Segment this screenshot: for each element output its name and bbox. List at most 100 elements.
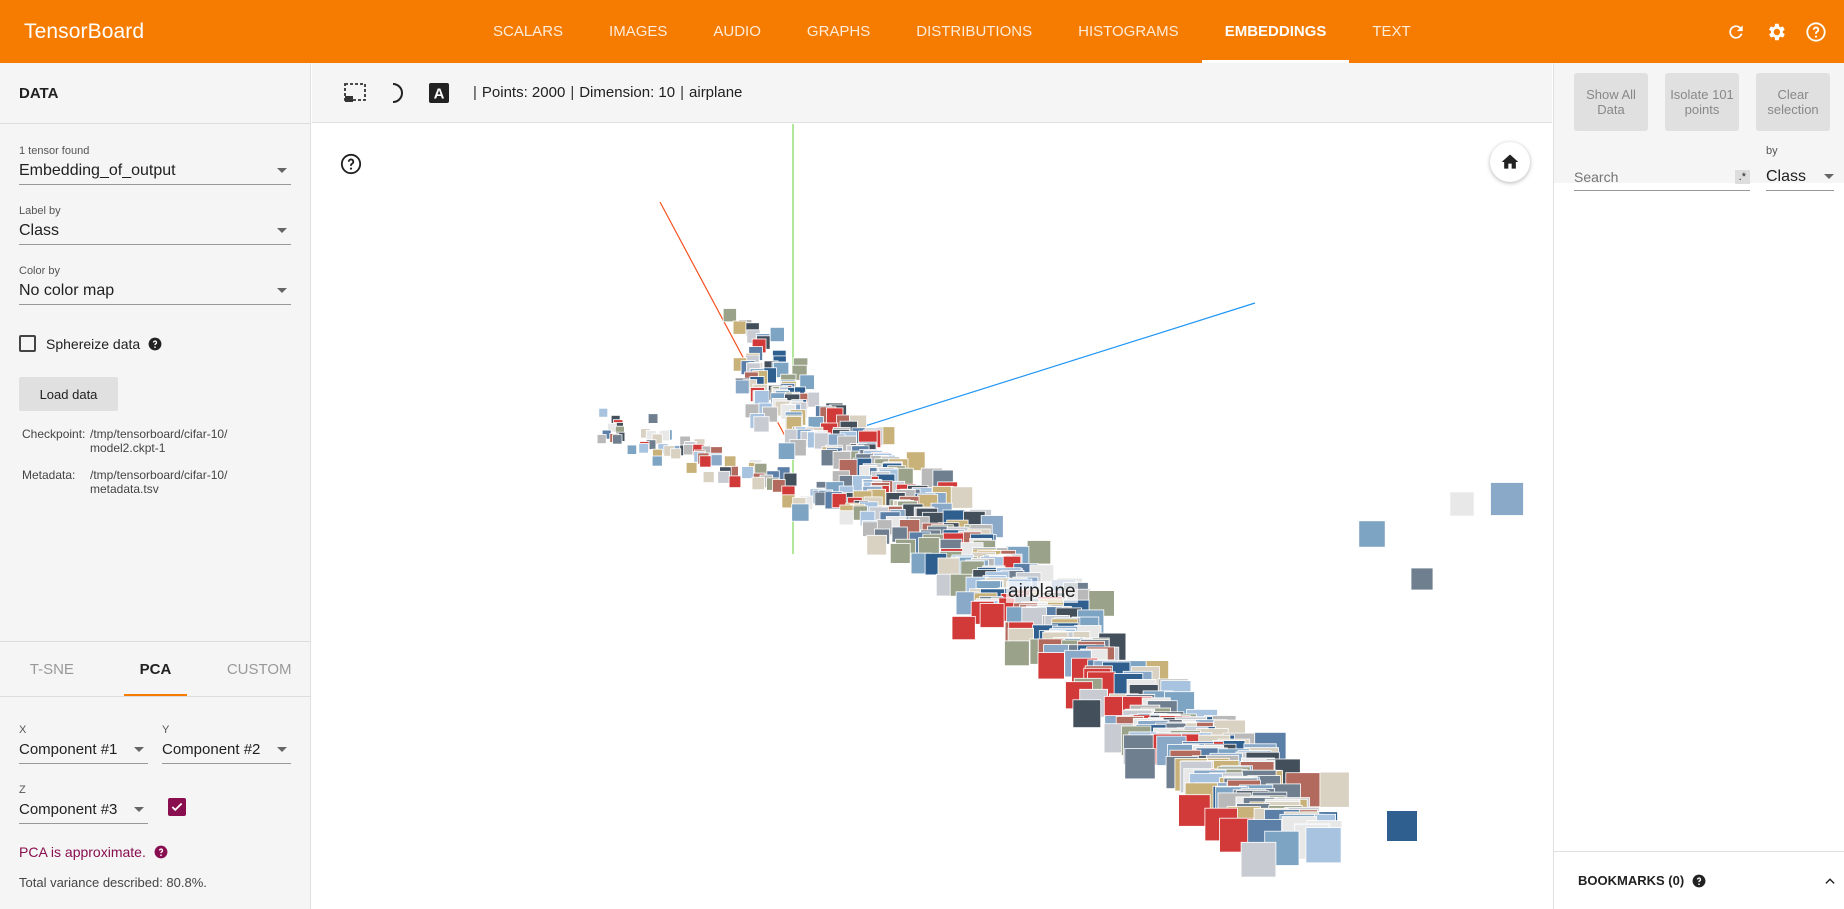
chevron-up-icon[interactable] (1823, 874, 1837, 888)
embedding-point[interactable] (838, 510, 854, 526)
embedding-point[interactable] (751, 476, 765, 491)
embedding-point[interactable] (906, 451, 926, 471)
labels-toggle-icon[interactable]: A (426, 80, 452, 106)
embedding-point[interactable] (1004, 640, 1030, 667)
embedding-point[interactable] (979, 603, 1005, 628)
embedding-point[interactable] (702, 471, 715, 484)
load-data-button[interactable]: Load data (19, 377, 118, 411)
embedding-point[interactable] (1124, 748, 1156, 780)
embedding-point[interactable] (951, 615, 976, 641)
tab-histograms[interactable]: HISTOGRAMS (1055, 0, 1202, 63)
embedding-point[interactable] (670, 448, 682, 460)
dashboard-tabs: SCALARS IMAGES AUDIO GRAPHS DISTRIBUTION… (470, 0, 1434, 63)
embedding-point[interactable] (889, 543, 911, 564)
embedding-point[interactable] (728, 475, 742, 488)
label-by-select[interactable]: Label by Class (19, 205, 291, 245)
clear-selection-button[interactable]: Clear selection (1756, 73, 1830, 131)
embedding-point[interactable] (1386, 810, 1418, 842)
embedding-point[interactable] (598, 407, 609, 418)
help-icon[interactable] (340, 153, 362, 180)
search-field[interactable]: .* (1574, 163, 1750, 191)
embedding-point[interactable] (1490, 482, 1524, 516)
embedding-point[interactable] (682, 444, 694, 456)
selection-box-icon[interactable] (342, 80, 368, 106)
embedding-point[interactable] (1410, 567, 1434, 591)
refresh-icon[interactable] (1716, 12, 1756, 52)
color-by-label: Color by (19, 265, 60, 277)
embedding-point[interactable] (866, 534, 887, 556)
z-component-checkbox[interactable] (168, 798, 186, 816)
pca-x-select[interactable]: X Component #1 (19, 724, 148, 764)
embedding-canvas[interactable]: airplane (312, 124, 1552, 909)
embedding-point[interactable] (722, 308, 737, 323)
embedding-point[interactable] (734, 379, 750, 395)
search-input[interactable] (1574, 168, 1714, 185)
embedding-point[interactable] (950, 486, 974, 509)
search-by-select[interactable]: Class (1766, 163, 1834, 191)
embedding-scatter[interactable] (312, 124, 1552, 909)
embedding-point[interactable] (1037, 652, 1065, 680)
embedding-point[interactable] (791, 503, 810, 522)
pca-approx-text: PCA is approximate. (19, 844, 146, 860)
tab-images[interactable]: IMAGES (586, 0, 690, 63)
pca-z-select[interactable]: Z Component #3 (19, 784, 148, 824)
embedding-point[interactable] (732, 320, 747, 335)
hover-point-label: airplane (1006, 581, 1078, 603)
chevron-down-icon (134, 807, 144, 812)
embedding-point[interactable] (626, 444, 638, 455)
embedding-point[interactable] (1072, 699, 1102, 728)
embedding-point[interactable] (647, 413, 659, 424)
color-by-select[interactable]: Color by No color map (19, 265, 291, 305)
svg-text:A: A (434, 85, 445, 102)
embedding-point[interactable] (777, 442, 796, 460)
embedding-point[interactable] (769, 326, 785, 342)
tab-pca[interactable]: PCA (104, 642, 208, 696)
embedding-point[interactable] (741, 466, 755, 479)
embedding-point[interactable] (638, 443, 649, 454)
embedding-point[interactable] (717, 470, 731, 484)
tab-scalars[interactable]: SCALARS (470, 0, 586, 63)
help-icon[interactable] (148, 337, 162, 351)
metadata-key: Metadata: (22, 468, 76, 482)
tab-audio[interactable]: AUDIO (690, 0, 784, 63)
regex-toggle[interactable]: .* (1734, 169, 1750, 184)
embedding-point[interactable] (1305, 827, 1342, 864)
tab-text[interactable]: TEXT (1349, 0, 1433, 63)
tab-embeddings[interactable]: EMBEDDINGS (1201, 0, 1350, 63)
embedding-point[interactable] (1026, 540, 1052, 565)
embedding-point[interactable] (596, 434, 607, 445)
toolbar-separator: | (570, 84, 575, 101)
embedding-point[interactable] (612, 434, 623, 445)
selected-point-label: airplane (689, 84, 743, 101)
isolate-points-button[interactable]: Isolate 101 points (1665, 73, 1739, 131)
help-icon[interactable] (154, 845, 168, 859)
embedding-point[interactable] (1240, 841, 1277, 878)
bookmarks-bar[interactable]: BOOKMARKS (0) (1554, 851, 1844, 909)
tab-distributions[interactable]: DISTRIBUTIONS (893, 0, 1055, 63)
home-icon (1501, 154, 1519, 169)
embedding-point[interactable] (723, 455, 737, 468)
embedding-point[interactable] (651, 455, 663, 467)
help-icon[interactable] (1796, 12, 1836, 52)
tensor-select[interactable]: 1 tensor found Embedding_of_output (19, 145, 291, 185)
variance-text: Total variance described: 80.8%. (19, 875, 207, 890)
tensor-count-label: 1 tensor found (19, 145, 90, 157)
checkpoint-info: Checkpoint: /tmp/tensorboard/cifar-10/ m… (22, 427, 250, 455)
reset-view-button[interactable] (1490, 142, 1530, 182)
tab-custom[interactable]: CUSTOM (207, 642, 311, 696)
embedding-point[interactable] (1358, 520, 1386, 548)
embedding-point[interactable] (783, 472, 798, 487)
help-icon[interactable] (1692, 874, 1706, 888)
show-all-data-button[interactable]: Show All Data (1574, 73, 1648, 131)
embedding-point[interactable] (699, 455, 712, 468)
embedding-point[interactable] (1449, 491, 1475, 517)
pca-y-select[interactable]: Y Component #2 (162, 724, 291, 764)
embedding-point[interactable] (710, 454, 723, 467)
embedding-point[interactable] (753, 416, 770, 433)
settings-icon[interactable] (1756, 12, 1796, 52)
sphereize-checkbox[interactable] (19, 335, 36, 352)
night-mode-icon[interactable] (384, 80, 410, 106)
tab-graphs[interactable]: GRAPHS (784, 0, 893, 63)
embedding-point[interactable] (685, 462, 698, 474)
tab-tsne[interactable]: T-SNE (0, 642, 104, 696)
